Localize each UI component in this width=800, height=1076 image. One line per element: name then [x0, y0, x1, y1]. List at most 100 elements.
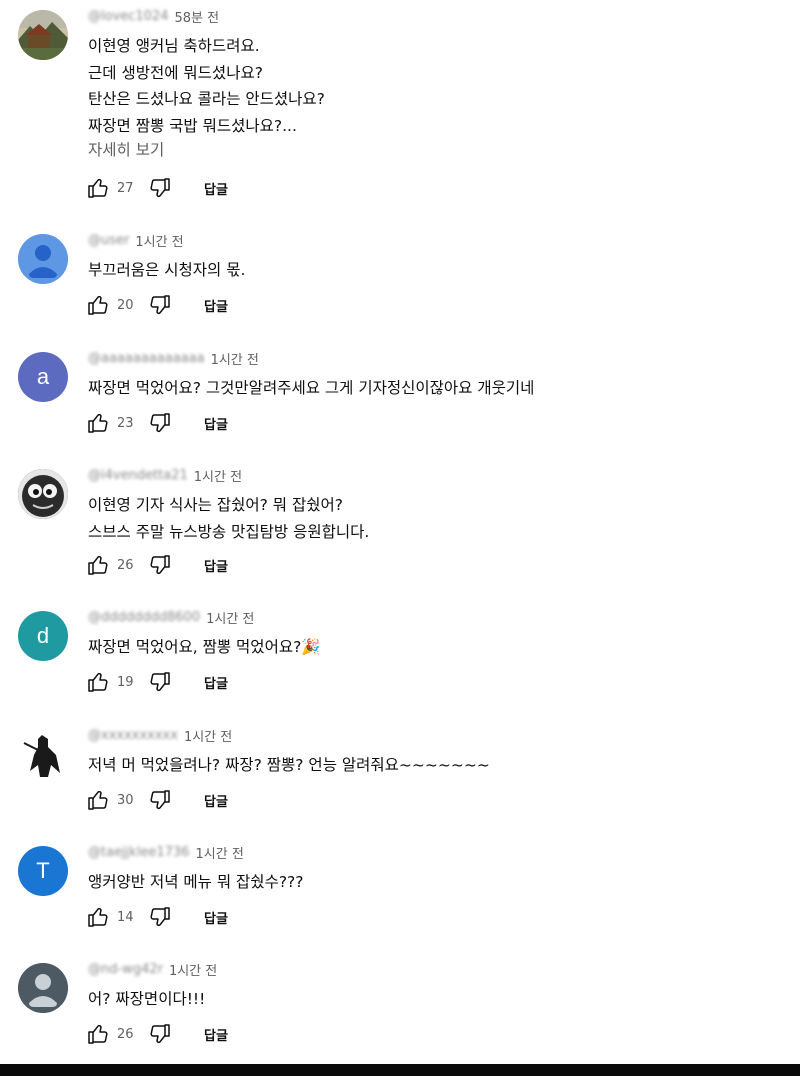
like-button[interactable]: 26: [86, 1022, 148, 1046]
comment-text: 짜장면 먹었어요, 짬뽕 먹었어요?🎉: [88, 634, 778, 661]
avatar[interactable]: [18, 234, 68, 284]
avatar-letter: T: [36, 858, 50, 883]
reply-button[interactable]: 답글: [204, 791, 228, 810]
comment-author[interactable]: @dddddddd8600: [88, 610, 200, 625]
read-more-link[interactable]: 자세히 보기: [88, 138, 164, 160]
like-button[interactable]: 23: [86, 411, 148, 435]
thumbs-down-icon: [150, 178, 170, 198]
comment-time[interactable]: 1시간 전: [211, 349, 259, 368]
comment-actions: 30 답글: [86, 787, 228, 813]
avatar[interactable]: [18, 729, 68, 779]
avatar-letter: d: [36, 623, 50, 648]
dislike-button[interactable]: [148, 411, 204, 435]
like-button[interactable]: 19: [86, 670, 148, 694]
avatar[interactable]: T: [18, 846, 68, 896]
comment-line: 짜장면 먹었어요, 짬뽕 먹었어요?🎉: [88, 638, 321, 656]
comment-author[interactable]: @xxxxxxxxxx: [88, 728, 178, 743]
comment-line: 어? 짜장면이다!!!: [88, 990, 206, 1008]
dislike-button[interactable]: [148, 293, 204, 317]
thumbs-down-icon: [150, 295, 170, 315]
comment-text: 저녁 머 먹었을려나? 짜장? 짬뽕? 언능 알려줘요~~~~~~~: [88, 752, 778, 779]
like-button[interactable]: 30: [86, 788, 148, 812]
thumbs-up-icon: [88, 790, 108, 810]
reply-button[interactable]: 답글: [204, 1025, 228, 1044]
comment-actions: 20 답글: [86, 292, 228, 318]
avatar-letter: a: [36, 364, 50, 389]
avatar[interactable]: [18, 469, 68, 519]
comment-meta: @lovec1024 58분 전: [88, 6, 219, 26]
comment-author[interactable]: @user: [88, 233, 129, 248]
comment-line: 저녁 머 먹었을려나? 짜장? 짬뽕? 언능 알려줘요~~~~~~~: [88, 756, 490, 774]
thumbs-up-icon: [88, 1024, 108, 1044]
comment-actions: 23 답글: [86, 410, 228, 436]
comment-line: 짜장면 먹었어요? 그것만알려주세요 그게 기자정신이잖아요 개웃기네: [88, 379, 535, 397]
comment-meta: @dddddddd8600 1시간 전: [88, 607, 254, 627]
landscape-photo-avatar: [18, 10, 68, 60]
dislike-button[interactable]: [148, 670, 204, 694]
dislike-button[interactable]: [148, 1022, 204, 1046]
like-count: 26: [117, 557, 134, 573]
comment-meta: @i4vendetta21 1시간 전: [88, 465, 242, 485]
comment-text: 짜장면 먹었어요? 그것만알려주세요 그게 기자정신이잖아요 개웃기네: [88, 375, 778, 402]
dislike-button[interactable]: [148, 176, 204, 200]
thumbs-up-icon: [88, 295, 108, 315]
comment-meta: @aaaaaaaaaaaaa 1시간 전: [88, 348, 259, 368]
comment-meta: @user 1시간 전: [88, 230, 184, 250]
comment-time[interactable]: 1시간 전: [135, 231, 183, 250]
thumbs-up-icon: [88, 907, 108, 927]
comment-time[interactable]: 58분 전: [175, 7, 220, 26]
like-count: 27: [117, 180, 134, 196]
thumbs-down-icon: [150, 907, 170, 927]
comment-text: 이현영 기자 식사는 잡쉈어? 뭐 잡쉈어? 스브스 주말 뉴스방송 맛집탐방 …: [88, 492, 778, 545]
comment-author[interactable]: @taejjklee1736: [88, 845, 190, 860]
comment-meta: @nd-wg42r 1시간 전: [88, 959, 217, 979]
reply-button[interactable]: 답글: [204, 556, 228, 575]
avatar[interactable]: [18, 963, 68, 1013]
comment-line: 짜장면 짬뽕 국밥 뭐드셨나요?...: [88, 116, 297, 135]
comment-author[interactable]: @i4vendetta21: [88, 468, 188, 483]
reply-button[interactable]: 답글: [204, 296, 228, 315]
thumbs-up-icon: [88, 672, 108, 692]
comment-time[interactable]: 1시간 전: [184, 726, 232, 745]
dislike-button[interactable]: [148, 788, 204, 812]
comment-time[interactable]: 1시간 전: [194, 466, 242, 485]
reply-button[interactable]: 답글: [204, 908, 228, 927]
comment-actions: 19 답글: [86, 669, 228, 695]
avatar[interactable]: [18, 10, 68, 60]
comment-line: 앵커양반 저녁 메뉴 뭐 잡쉈수???: [88, 873, 304, 891]
like-button[interactable]: 14: [86, 905, 148, 929]
comment-time[interactable]: 1시간 전: [206, 608, 254, 627]
dark-figure-avatar: [18, 729, 68, 779]
like-button[interactable]: 20: [86, 293, 148, 317]
comment-actions: 14 답글: [86, 904, 228, 930]
comment-time[interactable]: 1시간 전: [169, 960, 217, 979]
comment-actions: 26 답글: [86, 1021, 228, 1047]
like-button[interactable]: 27: [86, 176, 148, 200]
comment-text: 앵커양반 저녁 메뉴 뭐 잡쉈수???: [88, 869, 778, 896]
reply-button[interactable]: 답글: [204, 414, 228, 433]
like-count: 30: [117, 792, 134, 808]
like-count: 26: [117, 1026, 134, 1042]
thumbs-down-icon: [150, 790, 170, 810]
dislike-button[interactable]: [148, 905, 204, 929]
comment-meta: @taejjklee1736 1시간 전: [88, 842, 244, 862]
comment-actions: 26 답글: [86, 552, 228, 578]
like-button[interactable]: 26: [86, 553, 148, 577]
like-count: 20: [117, 297, 134, 313]
cartoon-face-avatar: [18, 469, 68, 519]
thumbs-down-icon: [150, 555, 170, 575]
like-count: 23: [117, 415, 134, 431]
comment-author[interactable]: @nd-wg42r: [88, 962, 163, 977]
comment-author[interactable]: @lovec1024: [88, 9, 169, 24]
comment-text: 어? 짜장면이다!!!: [88, 986, 778, 1013]
avatar[interactable]: d: [18, 611, 68, 661]
comment-time[interactable]: 1시간 전: [196, 843, 244, 862]
reply-button[interactable]: 답글: [204, 179, 228, 198]
reply-button[interactable]: 답글: [204, 673, 228, 692]
thumbs-down-icon: [150, 1024, 170, 1044]
comment-author[interactable]: @aaaaaaaaaaaaa: [88, 351, 205, 366]
avatar[interactable]: a: [18, 352, 68, 402]
thumbs-up-icon: [88, 178, 108, 198]
default-person-avatar: [18, 963, 68, 1013]
dislike-button[interactable]: [148, 553, 204, 577]
